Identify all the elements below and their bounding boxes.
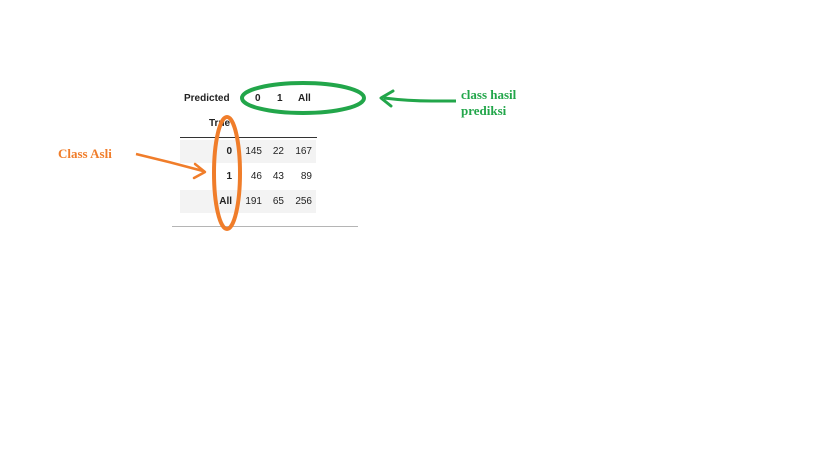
orange-arrow-shaft — [135, 152, 204, 173]
predicted-class-highlight — [240, 81, 366, 115]
true-class-annotation: Class Asli — [58, 146, 112, 161]
predicted-class-annotation-line1: class hasil — [461, 87, 517, 102]
annotation-layer — [135, 81, 456, 231]
true-class-highlight — [212, 115, 242, 231]
predicted-class-annotation-line2: prediksi — [461, 103, 507, 118]
predicted-class-annotation: class hasil prediksi — [461, 87, 516, 119]
green-arrow-shaft — [383, 96, 456, 103]
